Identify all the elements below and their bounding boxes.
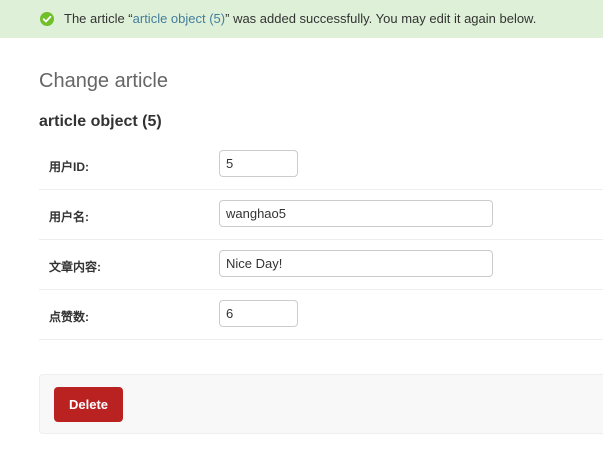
success-message-text: The article “article object (5)” was add… (64, 11, 536, 26)
submit-row: Delete (39, 374, 603, 434)
success-message-bar: The article “article object (5)” was add… (0, 0, 603, 38)
success-check-icon (40, 12, 54, 26)
username-label: 用户名: (49, 210, 89, 224)
object-title: article object (5) (39, 113, 162, 130)
message-prefix: The article “ (64, 11, 133, 26)
form-row-content: 文章内容: (39, 240, 603, 290)
delete-button[interactable]: Delete (54, 387, 123, 422)
username-input[interactable] (219, 200, 493, 227)
likes-input[interactable] (219, 300, 298, 327)
user-id-input[interactable] (219, 150, 298, 177)
article-link[interactable]: article object (5) (133, 11, 225, 26)
content-input[interactable] (219, 250, 493, 277)
form-row-user-id: 用户ID: (39, 140, 603, 190)
form-row-username: 用户名: (39, 190, 603, 240)
content-label: 文章内容: (49, 260, 101, 274)
form-row-likes: 点赞数: (39, 290, 603, 340)
page-title: Change article (39, 70, 168, 92)
message-suffix: ” was added successfully. You may edit i… (225, 11, 537, 26)
likes-label: 点赞数: (49, 310, 89, 324)
change-form: 用户ID: 用户名: 文章内容: 点赞数: (39, 140, 603, 340)
user-id-label: 用户ID: (49, 160, 89, 174)
